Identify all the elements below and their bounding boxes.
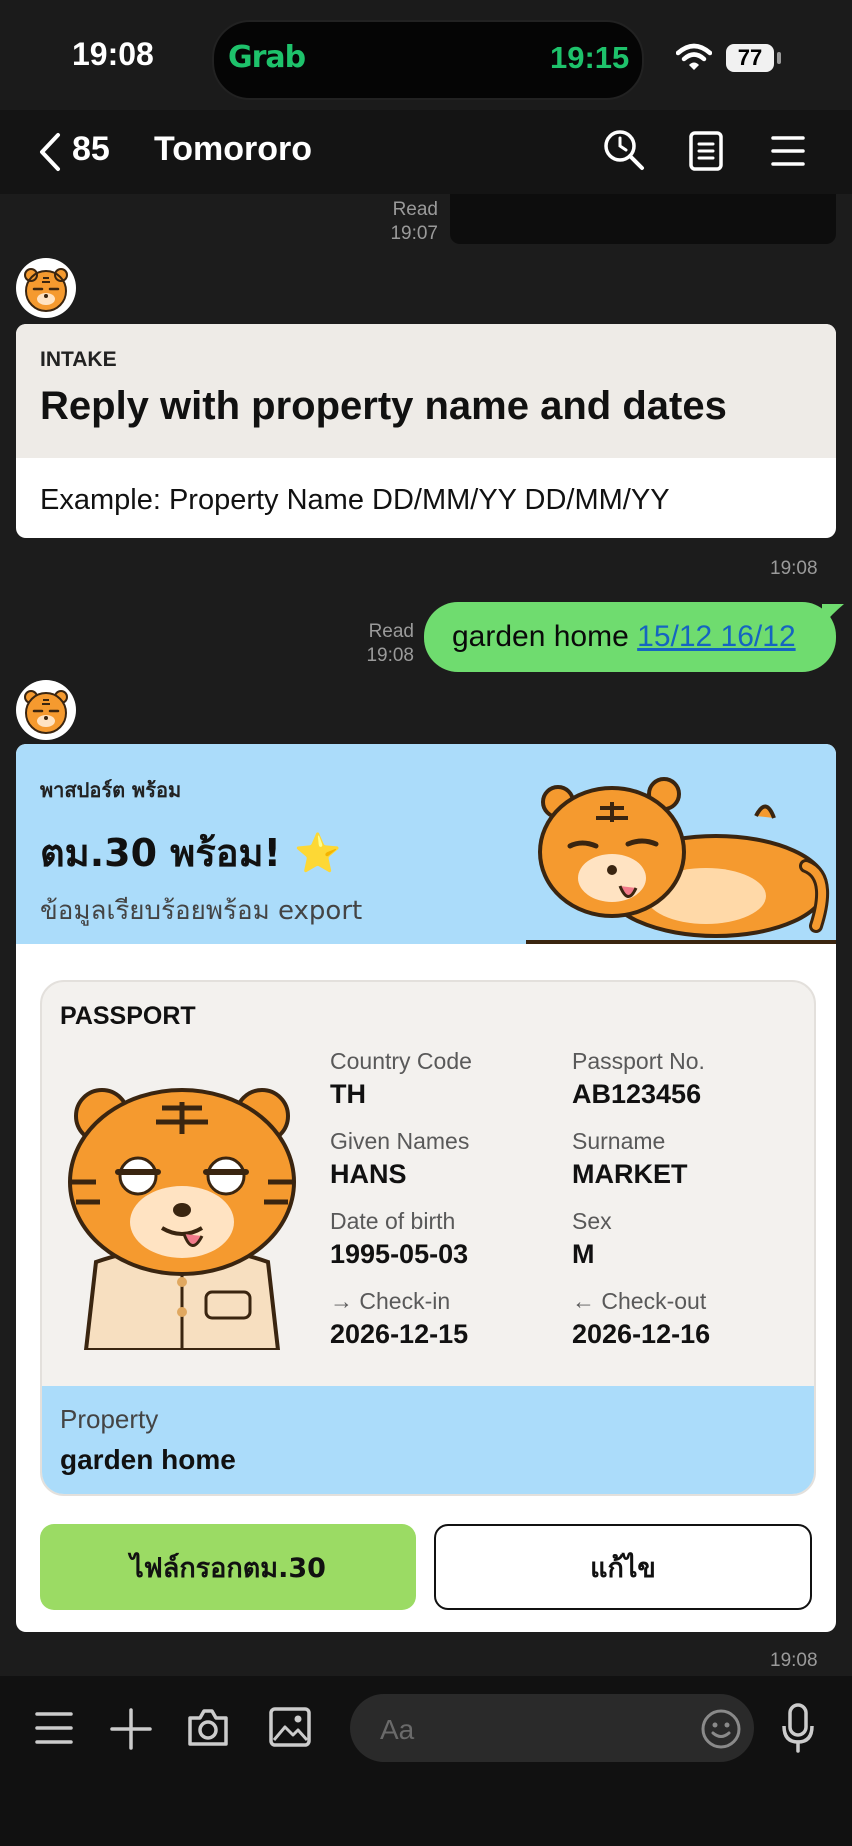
dob-label: Date of birth — [330, 1208, 456, 1234]
sex-value: M — [572, 1239, 595, 1269]
intake-header: INTAKE Reply with property name and date… — [16, 324, 836, 458]
camera-icon[interactable] — [186, 1706, 230, 1748]
given-names-value: HANS — [330, 1159, 407, 1189]
chat-title: Tomororo — [154, 130, 313, 168]
passport-no-value: AB123456 — [572, 1079, 702, 1109]
user-message-bubble[interactable]: garden home 15/12 16/12 — [424, 602, 836, 672]
passport-panel: PASSPORT Country Code TH Passport No. AB… — [40, 980, 816, 1496]
banner: พาสปอร์ต พร้อม ตม.30 พร้อม! ⭐ ข้อมูลเรีย… — [16, 744, 836, 944]
property-label: Property — [60, 1404, 159, 1434]
image-icon[interactable] — [268, 1706, 312, 1748]
tiger-lying-illustration — [526, 777, 836, 944]
field-country-code: Country Code TH — [330, 1048, 472, 1110]
menu-icon[interactable] — [34, 1710, 74, 1746]
bot-avatar[interactable] — [16, 258, 76, 318]
battery-icon: 77 — [726, 44, 774, 72]
fill-tm30-button[interactable]: ไฟล์กรอกตม.30 — [40, 1524, 416, 1610]
check-in-label: → Check-in — [330, 1288, 451, 1314]
country-code-value: TH — [330, 1079, 366, 1109]
property-strip: Property garden home — [42, 1386, 814, 1494]
bubble-tail — [822, 604, 844, 626]
user-read-receipt: Read 19:08 — [356, 620, 414, 668]
notes-icon[interactable] — [688, 130, 724, 172]
nav-bar — [0, 110, 852, 194]
tiger-face-icon — [24, 268, 68, 312]
read-label: Read — [368, 621, 414, 642]
banner-title: ตม.30 พร้อม! — [40, 831, 281, 875]
tiger-face-icon — [24, 690, 68, 734]
property-value: garden home — [60, 1444, 236, 1475]
island-app-name: Grab — [228, 40, 306, 75]
field-given-names: Given Names HANS — [330, 1128, 469, 1190]
country-code-label: Country Code — [330, 1048, 472, 1074]
user-message-text: garden home — [452, 620, 629, 653]
read-label: Read — [392, 199, 438, 220]
passport-card-time: 19:08 — [770, 1650, 818, 1671]
menu-icon[interactable] — [770, 134, 806, 168]
passport-message-card: พาสปอร์ต พร้อม ตม.30 พร้อม! ⭐ ข้อมูลเรีย… — [16, 744, 836, 1632]
banner-subtitle: ข้อมูลเรียบร้อยพร้อม export — [40, 896, 363, 926]
check-out-value: 2026-12-16 — [572, 1319, 711, 1349]
field-passport-no: Passport No. AB123456 — [572, 1048, 705, 1110]
passport-label: PASSPORT — [60, 1002, 196, 1030]
chat-area[interactable]: Read 19:07 INTAKE Reply with property na… — [0, 194, 852, 1676]
intake-card: INTAKE Reply with property name and date… — [16, 324, 836, 538]
check-out-label: ← Check-out — [572, 1288, 707, 1314]
intake-time: 19:08 — [770, 558, 818, 579]
wifi-icon — [676, 43, 712, 70]
sent-image-thumbnail[interactable] — [450, 194, 836, 244]
field-date-of-birth: Date of birth 1995-05-03 — [330, 1208, 468, 1270]
back-chevron-icon[interactable] — [38, 132, 62, 172]
dob-value: 1995-05-03 — [330, 1239, 469, 1269]
microphone-icon[interactable] — [780, 1702, 816, 1754]
banner-title-row: ตม.30 พร้อม! ⭐ — [40, 822, 342, 883]
intake-title: Reply with property name and dates — [40, 384, 727, 428]
star-icon: ⭐ — [294, 831, 342, 875]
field-surname: Surname MARKET — [572, 1128, 688, 1190]
intake-label: INTAKE — [40, 348, 117, 371]
passport-no-label: Passport No. — [572, 1048, 705, 1074]
emoji-icon[interactable] — [700, 1708, 742, 1750]
message-input-placeholder: Aa — [380, 1714, 415, 1745]
edit-button[interactable]: แก้ไข — [434, 1524, 812, 1610]
field-sex: Sex M — [572, 1208, 612, 1270]
date-link[interactable]: 15/12 16/12 — [637, 620, 795, 653]
bot-avatar[interactable] — [16, 680, 76, 740]
read-time: 19:08 — [366, 645, 414, 666]
read-time: 19:07 — [390, 223, 438, 244]
intake-example: Example: Property Name DD/MM/YY DD/MM/YY — [40, 484, 670, 516]
island-time: 19:15 — [550, 40, 630, 75]
banner-small-label: พาสปอร์ต พร้อม — [40, 778, 182, 802]
surname-label: Surname — [572, 1128, 666, 1154]
given-names-label: Given Names — [330, 1128, 470, 1154]
back-unread-count[interactable]: 85 — [72, 130, 110, 169]
search-icon[interactable] — [602, 128, 646, 172]
battery-tip — [777, 52, 781, 64]
tiger-portrait-illustration — [68, 1088, 296, 1350]
surname-value: MARKET — [572, 1159, 688, 1189]
field-check-out: ← Check-out 2026-12-16 — [572, 1288, 710, 1350]
plus-icon[interactable] — [110, 1708, 152, 1750]
image-read-receipt: Read 19:07 — [374, 198, 438, 246]
sex-label: Sex — [572, 1208, 612, 1234]
field-check-in: → Check-in 2026-12-15 — [330, 1288, 468, 1350]
status-time: 19:08 — [72, 36, 154, 72]
check-in-value: 2026-12-15 — [330, 1319, 469, 1349]
